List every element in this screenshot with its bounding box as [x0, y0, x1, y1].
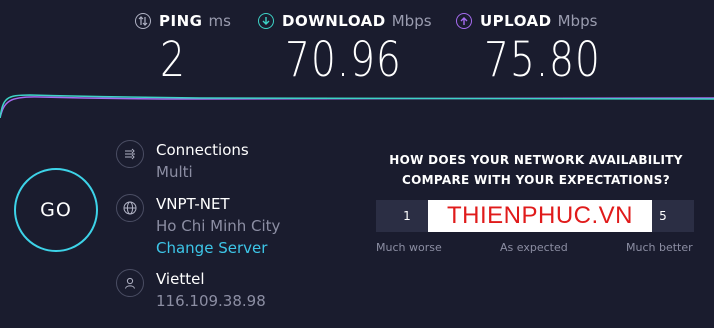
download-unit: Mbps [391, 12, 432, 30]
connections-icon [116, 140, 144, 168]
survey-question: HOW DOES YOUR NETWORK AVAILABILITY COMPA… [389, 153, 683, 187]
server-name: VNPT-NET [156, 195, 230, 213]
connections-value: Multi [156, 163, 193, 181]
server-location: Ho Chi Minh City [156, 217, 281, 235]
upload-label: UPLOAD [480, 12, 552, 30]
isp-name: Viettel [156, 270, 205, 288]
upload-value: 75.80 [484, 32, 601, 88]
watermark: THIENPHUC.VN [428, 200, 652, 232]
ping-icon [135, 13, 151, 29]
upload-unit: Mbps [557, 12, 598, 30]
server-row: VNPT-NET Ho Chi Minh City Change Server [116, 194, 280, 258]
upload-metric: UPLOAD Mbps 75.80 [456, 10, 626, 84]
ping-metric: PING ms 2 [135, 10, 231, 84]
download-value: 70.96 [285, 32, 402, 88]
upload-graph-line [0, 96, 714, 118]
download-label: DOWNLOAD [282, 12, 386, 30]
ping-unit: ms [208, 12, 231, 30]
ping-label: PING [159, 12, 203, 30]
globe-icon [116, 194, 144, 222]
speed-graph [0, 94, 714, 118]
ping-value: 2 [160, 32, 186, 88]
scale-label-mid: As expected [500, 241, 568, 254]
user-icon [116, 269, 144, 297]
isp-ip: 116.109.38.98 [156, 292, 266, 310]
go-button[interactable]: GO [14, 168, 98, 252]
upload-icon [456, 13, 472, 29]
connections-row[interactable]: Connections Multi [116, 140, 249, 184]
download-icon [258, 13, 274, 29]
download-metric: DOWNLOAD Mbps 70.96 [258, 10, 432, 84]
change-server-link[interactable]: Change Server [156, 238, 280, 258]
scale-label-high: Much better [626, 241, 693, 254]
isp-row: Viettel 116.109.38.98 [116, 269, 266, 313]
connections-title: Connections [156, 141, 249, 159]
scale-label-low: Much worse [376, 241, 442, 254]
